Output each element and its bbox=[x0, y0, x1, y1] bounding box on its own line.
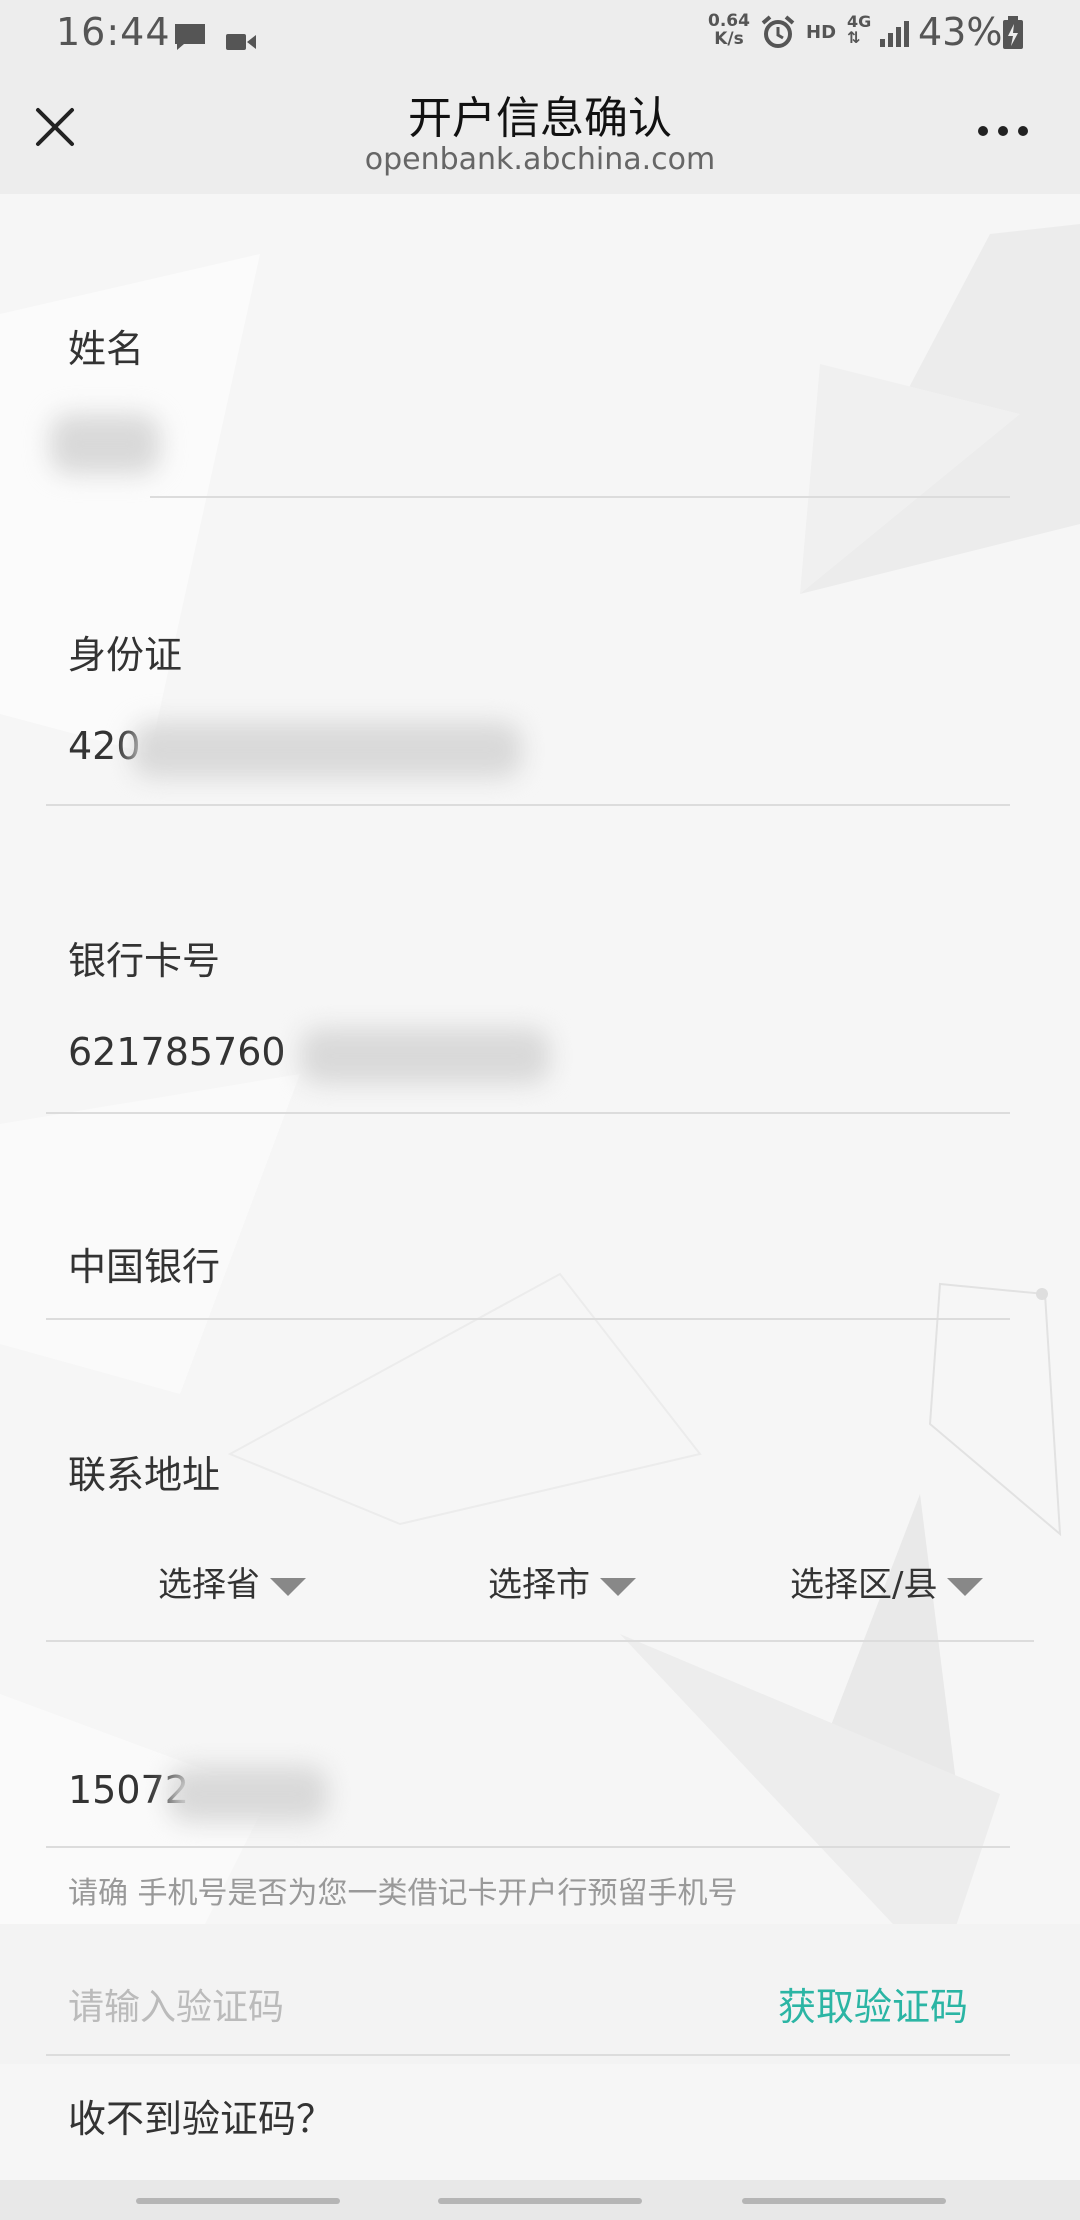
id-label: 身份证 bbox=[68, 633, 183, 677]
chevron-down-icon bbox=[270, 1577, 306, 1596]
address-label: 联系地址 bbox=[68, 1453, 221, 1497]
divider bbox=[46, 1846, 1010, 1848]
hd-indicator: HD bbox=[806, 22, 837, 43]
signal-icon bbox=[878, 14, 912, 58]
district-select[interactable]: 选择区/县 bbox=[790, 1557, 984, 1606]
bottom-bar bbox=[0, 2180, 1080, 2220]
divider bbox=[46, 1318, 1010, 1320]
phone-hint: 请确 手机号是否为您一类借记卡开户行预留手机号 bbox=[68, 1876, 738, 1911]
status-time: 16:44 bbox=[56, 10, 171, 54]
chevron-down-icon bbox=[600, 1577, 636, 1596]
video-icon bbox=[224, 20, 258, 64]
name-value bbox=[50, 414, 160, 474]
divider bbox=[46, 1640, 1034, 1642]
id-value: 420 bbox=[68, 724, 141, 768]
more-icon[interactable] bbox=[975, 123, 1031, 143]
title-bar: 开户信息确认 openbank.abchina.com bbox=[0, 68, 1080, 194]
no-code-link[interactable]: 收不到验证码？ bbox=[68, 2088, 334, 2143]
name-label: 姓名 bbox=[68, 327, 145, 371]
status-bar: 16:44 0.64 K/s HD 4G ⇅ 43% bbox=[0, 0, 1080, 68]
city-select[interactable]: 选择市 bbox=[488, 1557, 636, 1606]
scroll-indicator bbox=[742, 2198, 946, 2204]
card-label: 银行卡号 bbox=[68, 939, 221, 983]
bank-name: 中国银行 bbox=[68, 1245, 221, 1289]
form-content: 姓名 身份证 420 银行卡号 621785760 中国银行 联系地址 选择省 … bbox=[0, 194, 1080, 2180]
scroll-indicator bbox=[136, 2198, 340, 2204]
province-select[interactable]: 选择省 bbox=[158, 1557, 306, 1606]
network-indicator: 4G ⇅ bbox=[847, 12, 872, 47]
message-icon bbox=[172, 18, 208, 62]
divider bbox=[46, 2054, 1010, 2056]
divider bbox=[46, 1112, 1010, 1114]
card-value-masked bbox=[300, 1028, 550, 1084]
battery-icon bbox=[1001, 15, 1025, 60]
divider bbox=[150, 496, 1010, 498]
card-value: 621785760 bbox=[68, 1030, 286, 1074]
id-value-masked bbox=[132, 722, 522, 778]
page-url: openbank.abchina.com bbox=[364, 142, 716, 177]
phone-value-masked bbox=[168, 1766, 328, 1822]
scroll-indicator bbox=[438, 2198, 642, 2204]
page-title: 开户信息确认 bbox=[408, 93, 672, 144]
chevron-down-icon bbox=[947, 1577, 984, 1596]
battery-percent: 43% bbox=[918, 10, 1003, 54]
alarm-icon bbox=[760, 14, 796, 59]
code-input[interactable]: 请输入验证码 bbox=[68, 1978, 284, 2030]
network-speed: 0.64 K/s bbox=[708, 11, 750, 49]
get-code-button[interactable]: 获取验证码 bbox=[778, 1976, 968, 2031]
divider bbox=[46, 804, 1010, 806]
